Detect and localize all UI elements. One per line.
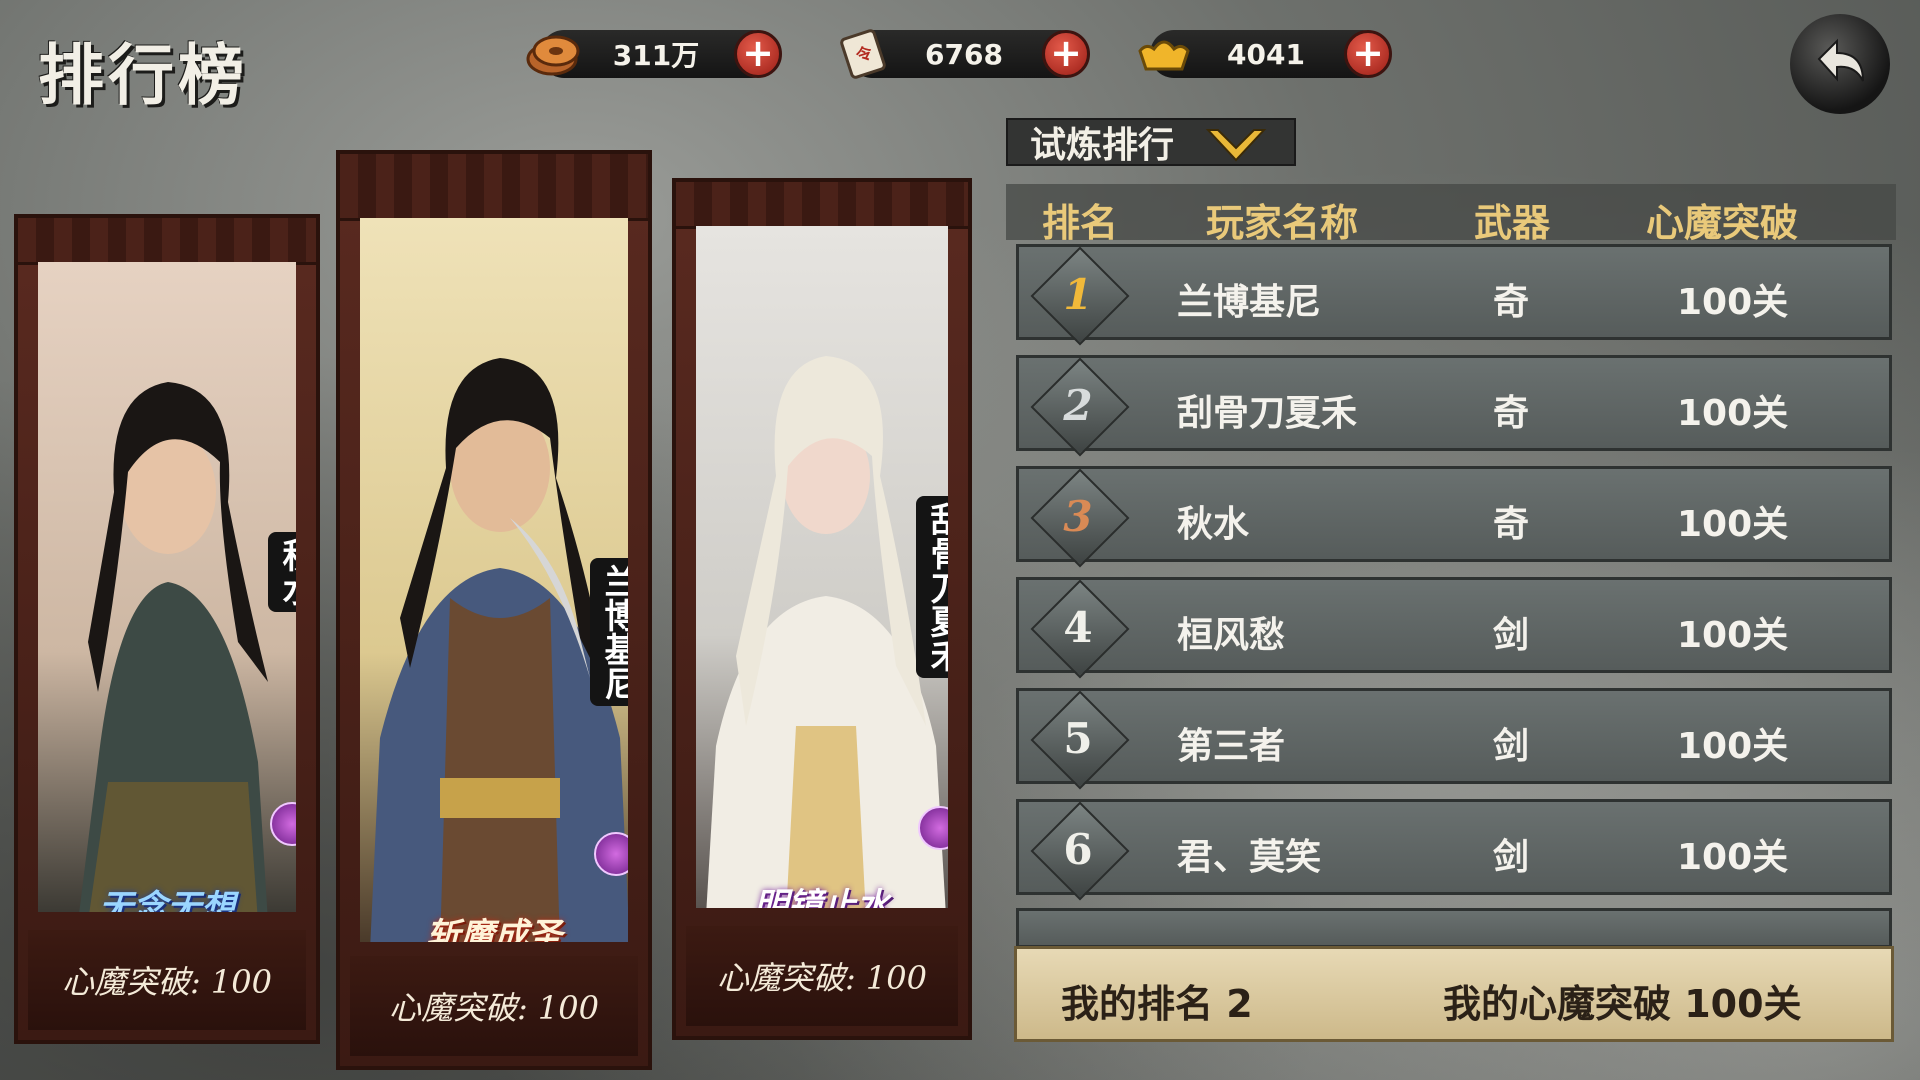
player-progress: 100关 <box>1677 282 1789 323</box>
page-title: 排行榜 <box>38 36 248 114</box>
player-name: 秋水 <box>1177 504 1250 545</box>
player-weapon: 剑 <box>1493 837 1530 878</box>
ranking-table-header: 排名 玩家名称 武器 心魔突破 <box>1006 184 1896 245</box>
portrait-name-1st: 兰博基尼 <box>590 558 628 706</box>
header-progress: 心魔突破 <box>1646 200 1799 245</box>
rank-number: 3 <box>1063 491 1093 541</box>
gold-ingot-icon <box>1136 26 1192 82</box>
header-player-name: 玩家名称 <box>1206 200 1359 245</box>
player-name: 刮骨刀夏禾 <box>1177 393 1358 434</box>
player-name: 兰博基尼 <box>1177 282 1322 323</box>
player-progress: 100关 <box>1677 837 1789 878</box>
ranking-type-dropdown[interactable]: 试炼排行 <box>1006 118 1296 166</box>
player-progress: 100关 <box>1677 615 1789 656</box>
header-weapon: 武器 <box>1474 200 1551 245</box>
player-weapon: 奇 <box>1493 282 1530 323</box>
table-row[interactable]: 5 第三者 剑 100关 <box>1016 688 1892 790</box>
add-coins-button[interactable]: + <box>734 30 782 78</box>
portrait-frame-3rd[interactable]: 秋水 无念无想 心魔突破: 100 <box>14 214 320 1044</box>
ranking-type-label: 试炼排行 <box>1030 124 1175 166</box>
table-row[interactable]: 6 君、莫笑 剑 100关 <box>1016 799 1892 901</box>
player-name: 第三者 <box>1177 726 1286 767</box>
rank-number: 2 <box>1063 380 1093 430</box>
coin-counter: 311万 + <box>526 30 782 78</box>
table-row[interactable]: 1 兰博基尼 奇 100关 <box>1016 244 1892 346</box>
player-progress: 100关 <box>1677 393 1789 434</box>
portrait-score-3rd: 心魔突破: 100 <box>61 963 273 1001</box>
rank-number: 5 <box>1063 713 1093 763</box>
rank-number: 6 <box>1063 824 1093 874</box>
player-progress: 100关 <box>1677 726 1789 767</box>
player-name: 桓风愁 <box>1177 615 1286 656</box>
header-rank: 排名 <box>1042 200 1119 245</box>
copper-coin-icon <box>526 26 582 82</box>
back-arrow-icon <box>1817 38 1864 82</box>
ingot-counter: 4041 + <box>1138 30 1392 78</box>
add-ingots-button[interactable]: + <box>1344 30 1392 78</box>
player-weapon: 奇 <box>1493 504 1530 545</box>
player-weapon: 奇 <box>1493 393 1530 434</box>
add-tickets-button[interactable]: + <box>1042 30 1090 78</box>
ticket-counter: 令 6768 + <box>840 29 1090 79</box>
portrait-title-1st: 斩魔成圣 <box>426 916 562 942</box>
portrait-title-3rd: 无念无想 <box>99 888 235 912</box>
table-row[interactable]: 4 桓风愁 剑 100关 <box>1016 577 1892 679</box>
portrait-score-1st: 心魔突破: 100 <box>388 989 600 1027</box>
portrait-frame-1st[interactable]: 兰博基尼 斩魔成圣 心魔突破: 100 <box>336 150 652 1070</box>
table-row-partial[interactable] <box>1016 908 1892 948</box>
my-rank-bar: 我的排名 2 我的心魔突破 100关 <box>1014 946 1894 1042</box>
portrait-title-2nd: 明镜止水 <box>754 886 890 908</box>
my-rank: 我的排名 2 <box>1061 982 1253 1026</box>
player-progress: 100关 <box>1677 504 1789 545</box>
rank-number: 1 <box>1063 269 1093 319</box>
table-row[interactable]: 2 刮骨刀夏禾 奇 100关 <box>1016 355 1892 457</box>
chevron-down-icon <box>1205 129 1267 162</box>
portrait-frame-2nd[interactable]: 刮骨刀夏禾 明镜止水 心魔突破: 100 <box>672 178 972 1040</box>
player-name: 君、莫笑 <box>1177 837 1322 878</box>
player-weapon: 剑 <box>1493 726 1530 767</box>
character-portrait <box>79 382 268 912</box>
portrait-name-2nd: 刮骨刀夏禾 <box>916 496 948 678</box>
player-weapon: 剑 <box>1493 615 1530 656</box>
my-progress: 我的心魔突破 100关 <box>1443 982 1802 1026</box>
back-button[interactable] <box>1790 14 1890 114</box>
character-portrait <box>706 356 946 908</box>
character-portrait <box>370 358 628 942</box>
table-row[interactable]: 3 秋水 奇 100关 <box>1016 466 1892 568</box>
portrait-name-3rd: 秋水 <box>268 532 296 612</box>
portrait-score-2nd: 心魔突破: 100 <box>716 959 928 997</box>
scroll-ticket-icon: 令 <box>834 26 890 82</box>
rank-number: 4 <box>1063 602 1093 652</box>
